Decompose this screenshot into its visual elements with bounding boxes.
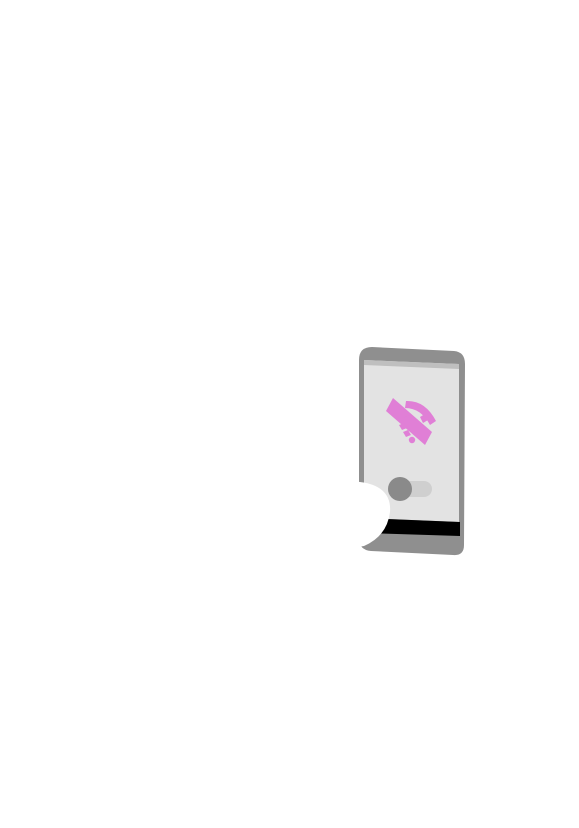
illustration-stage	[0, 0, 579, 828]
phone-illustration	[320, 347, 465, 556]
toggle-knob	[388, 477, 412, 501]
